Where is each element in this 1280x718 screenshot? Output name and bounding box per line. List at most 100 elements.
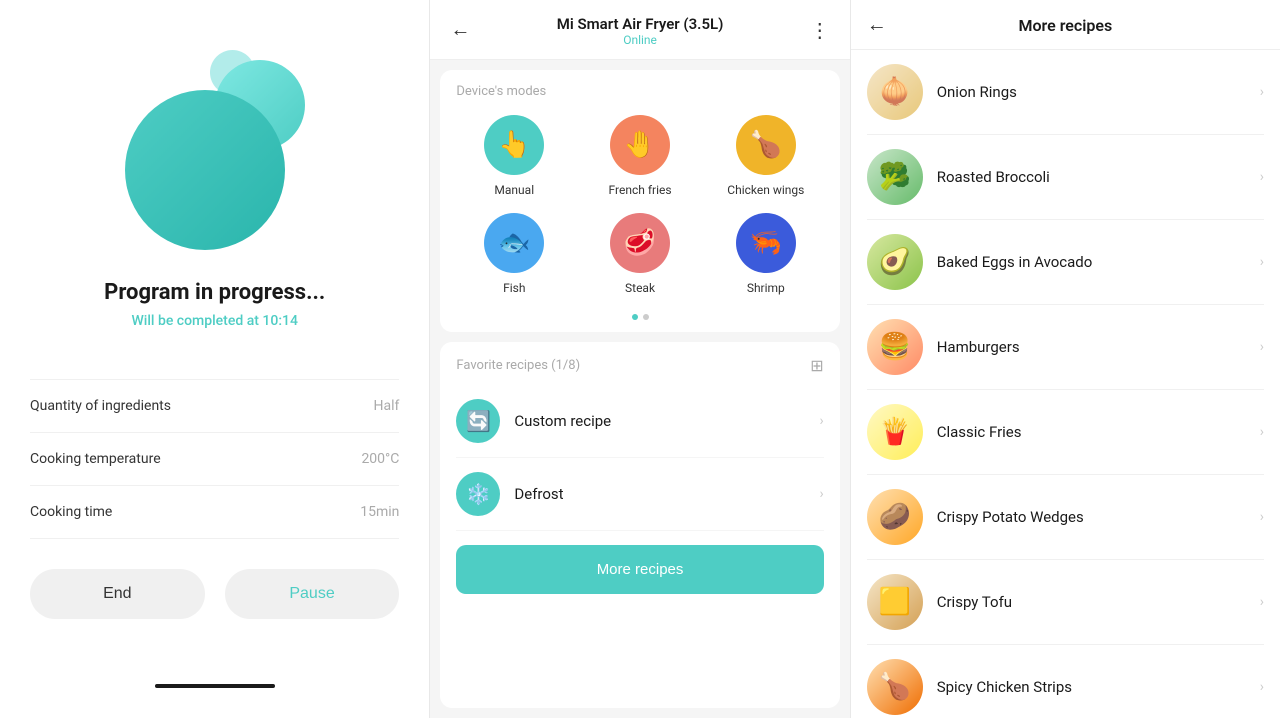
recipe-hamburgers-name: Hamburgers bbox=[937, 338, 1260, 356]
thumb-crispy-tofu: 🟨 bbox=[867, 574, 923, 630]
chevron-roasted-broccoli: › bbox=[1260, 169, 1264, 185]
chevron-hamburgers: › bbox=[1260, 339, 1264, 355]
list-item-potato-wedges[interactable]: 🥔 Crispy Potato Wedges › bbox=[867, 475, 1264, 560]
temperature-value: 200°C bbox=[361, 451, 399, 467]
dot-2 bbox=[643, 314, 649, 320]
time-label: Cooking time bbox=[30, 504, 112, 520]
home-indicator bbox=[155, 684, 275, 688]
list-item-onion-rings[interactable]: 🧅 Onion Rings › bbox=[867, 50, 1264, 135]
chevron-potato-wedges: › bbox=[1260, 509, 1264, 525]
recipe-defrost-icon: ❄️ bbox=[456, 472, 500, 516]
right-back-button[interactable]: ← bbox=[867, 14, 887, 37]
left-panel: Program in progress... Will be completed… bbox=[0, 0, 429, 718]
mode-shrimp-label: Shrimp bbox=[747, 281, 785, 297]
status-subtitle-pre: Will be completed at bbox=[131, 313, 262, 329]
modes-label: Device's modes bbox=[456, 84, 823, 99]
list-item-baked-eggs[interactable]: 🥑 Baked Eggs in Avocado › bbox=[867, 220, 1264, 305]
recipes-card: Favorite recipes (1/8) ⊞ 🔄 Custom recipe… bbox=[440, 342, 839, 708]
quantity-label: Quantity of ingredients bbox=[30, 398, 171, 414]
list-item-classic-fries[interactable]: 🍟 Classic Fries › bbox=[867, 390, 1264, 475]
mode-steak-icon: 🥩 bbox=[610, 213, 670, 273]
mode-manual[interactable]: 👆 Manual bbox=[456, 115, 572, 199]
mode-chicken-wings[interactable]: 🍗 Chicken wings bbox=[708, 115, 824, 199]
mode-fish-label: Fish bbox=[503, 281, 525, 297]
edit-icon[interactable]: ⊞ bbox=[810, 356, 823, 375]
middle-header: ← Mi Smart Air Fryer (3.5L) Online ⋮ bbox=[430, 0, 849, 60]
info-row-time: Cooking time 15min bbox=[30, 486, 399, 539]
middle-back-button[interactable]: ← bbox=[446, 15, 474, 46]
recipe-classic-fries-name: Classic Fries bbox=[937, 423, 1260, 441]
mode-steak[interactable]: 🥩 Steak bbox=[582, 213, 698, 297]
recipe-baked-eggs-name: Baked Eggs in Avocado bbox=[937, 253, 1260, 271]
mode-chicken-wings-label: Chicken wings bbox=[727, 183, 804, 199]
thumb-potato-wedges: 🥔 bbox=[867, 489, 923, 545]
bubble-animation bbox=[115, 50, 315, 250]
dot-1 bbox=[632, 314, 638, 320]
recipe-list: 🧅 Onion Rings › 🥦 Roasted Broccoli › 🥑 B… bbox=[851, 50, 1280, 718]
recipe-chicken-strips-name: Spicy Chicken Strips bbox=[937, 678, 1260, 696]
more-options-button[interactable]: ⋮ bbox=[806, 14, 834, 47]
thumb-classic-fries: 🍟 bbox=[867, 404, 923, 460]
thumb-onion-rings: 🧅 bbox=[867, 64, 923, 120]
recipe-defrost-chevron: › bbox=[819, 486, 823, 502]
status-time: 10:14 bbox=[262, 313, 298, 329]
list-item-chicken-strips[interactable]: 🍗 Spicy Chicken Strips › bbox=[867, 645, 1264, 718]
page-dots bbox=[456, 310, 823, 322]
mode-chicken-wings-icon: 🍗 bbox=[736, 115, 796, 175]
mode-steak-label: Steak bbox=[625, 281, 655, 297]
mode-french-fries-label: French fries bbox=[609, 183, 672, 199]
end-button[interactable]: End bbox=[30, 569, 205, 619]
thumb-chicken-strips: 🍗 bbox=[867, 659, 923, 715]
thumb-hamburgers: 🍔 bbox=[867, 319, 923, 375]
mode-shrimp-icon: 🦐 bbox=[736, 213, 796, 273]
modes-card: Device's modes 👆 Manual 🤚 French fries 🍗… bbox=[440, 70, 839, 332]
device-status: Online bbox=[474, 33, 805, 47]
header-center: Mi Smart Air Fryer (3.5L) Online bbox=[474, 15, 805, 47]
chevron-chicken-strips: › bbox=[1260, 679, 1264, 695]
recipe-potato-wedges-name: Crispy Potato Wedges bbox=[937, 508, 1260, 526]
info-row-temperature: Cooking temperature 200°C bbox=[30, 433, 399, 486]
thumb-baked-eggs: 🥑 bbox=[867, 234, 923, 290]
chevron-crispy-tofu: › bbox=[1260, 594, 1264, 610]
list-item-roasted-broccoli[interactable]: 🥦 Roasted Broccoli › bbox=[867, 135, 1264, 220]
temperature-label: Cooking temperature bbox=[30, 451, 161, 467]
action-buttons: End Pause bbox=[30, 569, 399, 619]
recipe-custom-name: Custom recipe bbox=[514, 412, 819, 430]
recipe-roasted-broccoli-name: Roasted Broccoli bbox=[937, 168, 1260, 186]
info-section: Quantity of ingredients Half Cooking tem… bbox=[30, 379, 399, 539]
mode-french-fries-icon: 🤚 bbox=[610, 115, 670, 175]
mode-french-fries[interactable]: 🤚 French fries bbox=[582, 115, 698, 199]
more-recipes-button[interactable]: More recipes bbox=[456, 545, 823, 594]
time-value: 15min bbox=[360, 504, 399, 520]
recipe-onion-rings-name: Onion Rings bbox=[937, 83, 1260, 101]
status-subtitle: Will be completed at 10:14 bbox=[131, 313, 298, 329]
right-header: ← More recipes bbox=[851, 0, 1280, 50]
chevron-classic-fries: › bbox=[1260, 424, 1264, 440]
mode-manual-label: Manual bbox=[494, 183, 534, 199]
device-title: Mi Smart Air Fryer (3.5L) bbox=[474, 15, 805, 33]
right-panel: ← More recipes 🧅 Onion Rings › 🥦 Roasted… bbox=[851, 0, 1280, 718]
right-title: More recipes bbox=[903, 16, 1228, 35]
info-row-quantity: Quantity of ingredients Half bbox=[30, 380, 399, 433]
quantity-value: Half bbox=[374, 398, 400, 414]
recipe-defrost[interactable]: ❄️ Defrost › bbox=[456, 458, 823, 531]
bubble-large bbox=[125, 90, 285, 250]
recipe-custom[interactable]: 🔄 Custom recipe › bbox=[456, 385, 823, 458]
recipe-custom-chevron: › bbox=[819, 413, 823, 429]
mode-fish-icon: 🐟 bbox=[484, 213, 544, 273]
list-item-hamburgers[interactable]: 🍔 Hamburgers › bbox=[867, 305, 1264, 390]
list-item-crispy-tofu[interactable]: 🟨 Crispy Tofu › bbox=[867, 560, 1264, 645]
modes-grid-row1: 👆 Manual 🤚 French fries 🍗 Chicken wings bbox=[456, 115, 823, 199]
middle-panel: ← Mi Smart Air Fryer (3.5L) Online ⋮ Dev… bbox=[430, 0, 849, 718]
thumb-roasted-broccoli: 🥦 bbox=[867, 149, 923, 205]
modes-grid-row2: 🐟 Fish 🥩 Steak 🦐 Shrimp bbox=[456, 213, 823, 297]
recipes-header: Favorite recipes (1/8) ⊞ bbox=[456, 356, 823, 375]
mode-fish[interactable]: 🐟 Fish bbox=[456, 213, 572, 297]
mode-shrimp[interactable]: 🦐 Shrimp bbox=[708, 213, 824, 297]
chevron-baked-eggs: › bbox=[1260, 254, 1264, 270]
status-title: Program in progress... bbox=[104, 280, 325, 305]
recipe-crispy-tofu-name: Crispy Tofu bbox=[937, 593, 1260, 611]
pause-button[interactable]: Pause bbox=[225, 569, 400, 619]
chevron-onion-rings: › bbox=[1260, 84, 1264, 100]
mode-manual-icon: 👆 bbox=[484, 115, 544, 175]
